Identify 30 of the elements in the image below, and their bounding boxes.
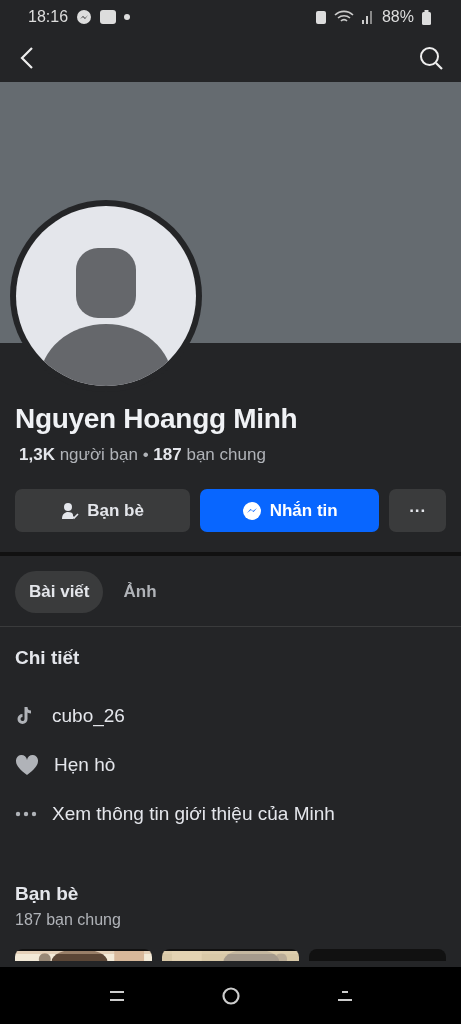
home-icon[interactable]	[221, 986, 240, 1005]
messenger-icon	[241, 500, 262, 521]
section-title: Bạn bè	[15, 883, 80, 905]
tab[interactable]: Bài viết	[15, 571, 104, 613]
status-time: 18:16	[28, 8, 69, 26]
recent-apps-icon[interactable]	[108, 988, 125, 1003]
about-link[interactable]: Xem thông tin giới thiệu của Minh	[52, 802, 335, 825]
heart-icon	[15, 753, 39, 776]
message-button[interactable]: Nhắn tin	[200, 489, 380, 532]
signal-icon	[361, 10, 374, 24]
dot-icon	[124, 14, 131, 20]
friends-button[interactable]: Bạn bè	[15, 489, 191, 532]
back-nav-icon[interactable]	[336, 988, 353, 1003]
detail-text: Hẹn hò	[54, 753, 116, 776]
battery-saver-icon	[315, 10, 326, 24]
wifi-icon	[333, 10, 354, 24]
search-icon[interactable]	[419, 46, 443, 70]
more-icon	[15, 810, 37, 817]
section-title: Chi tiết	[15, 647, 81, 669]
messenger-icon	[76, 9, 93, 25]
profile-name: Nguyen Hoangg Minh	[15, 403, 299, 435]
friend-check-icon	[61, 501, 80, 520]
battery-icon	[422, 9, 431, 25]
more-button[interactable]: ···	[389, 489, 446, 532]
tab[interactable]: Ảnh	[109, 571, 171, 613]
battery-percent: 88%	[381, 8, 414, 26]
mutual-friends-count: 187 bạn chung	[15, 911, 122, 929]
friend-stats: 1,3K người bạn • 187 bạn chung	[19, 445, 267, 465]
back-icon[interactable]	[20, 46, 34, 70]
detail-text: cubo_26	[52, 704, 125, 727]
